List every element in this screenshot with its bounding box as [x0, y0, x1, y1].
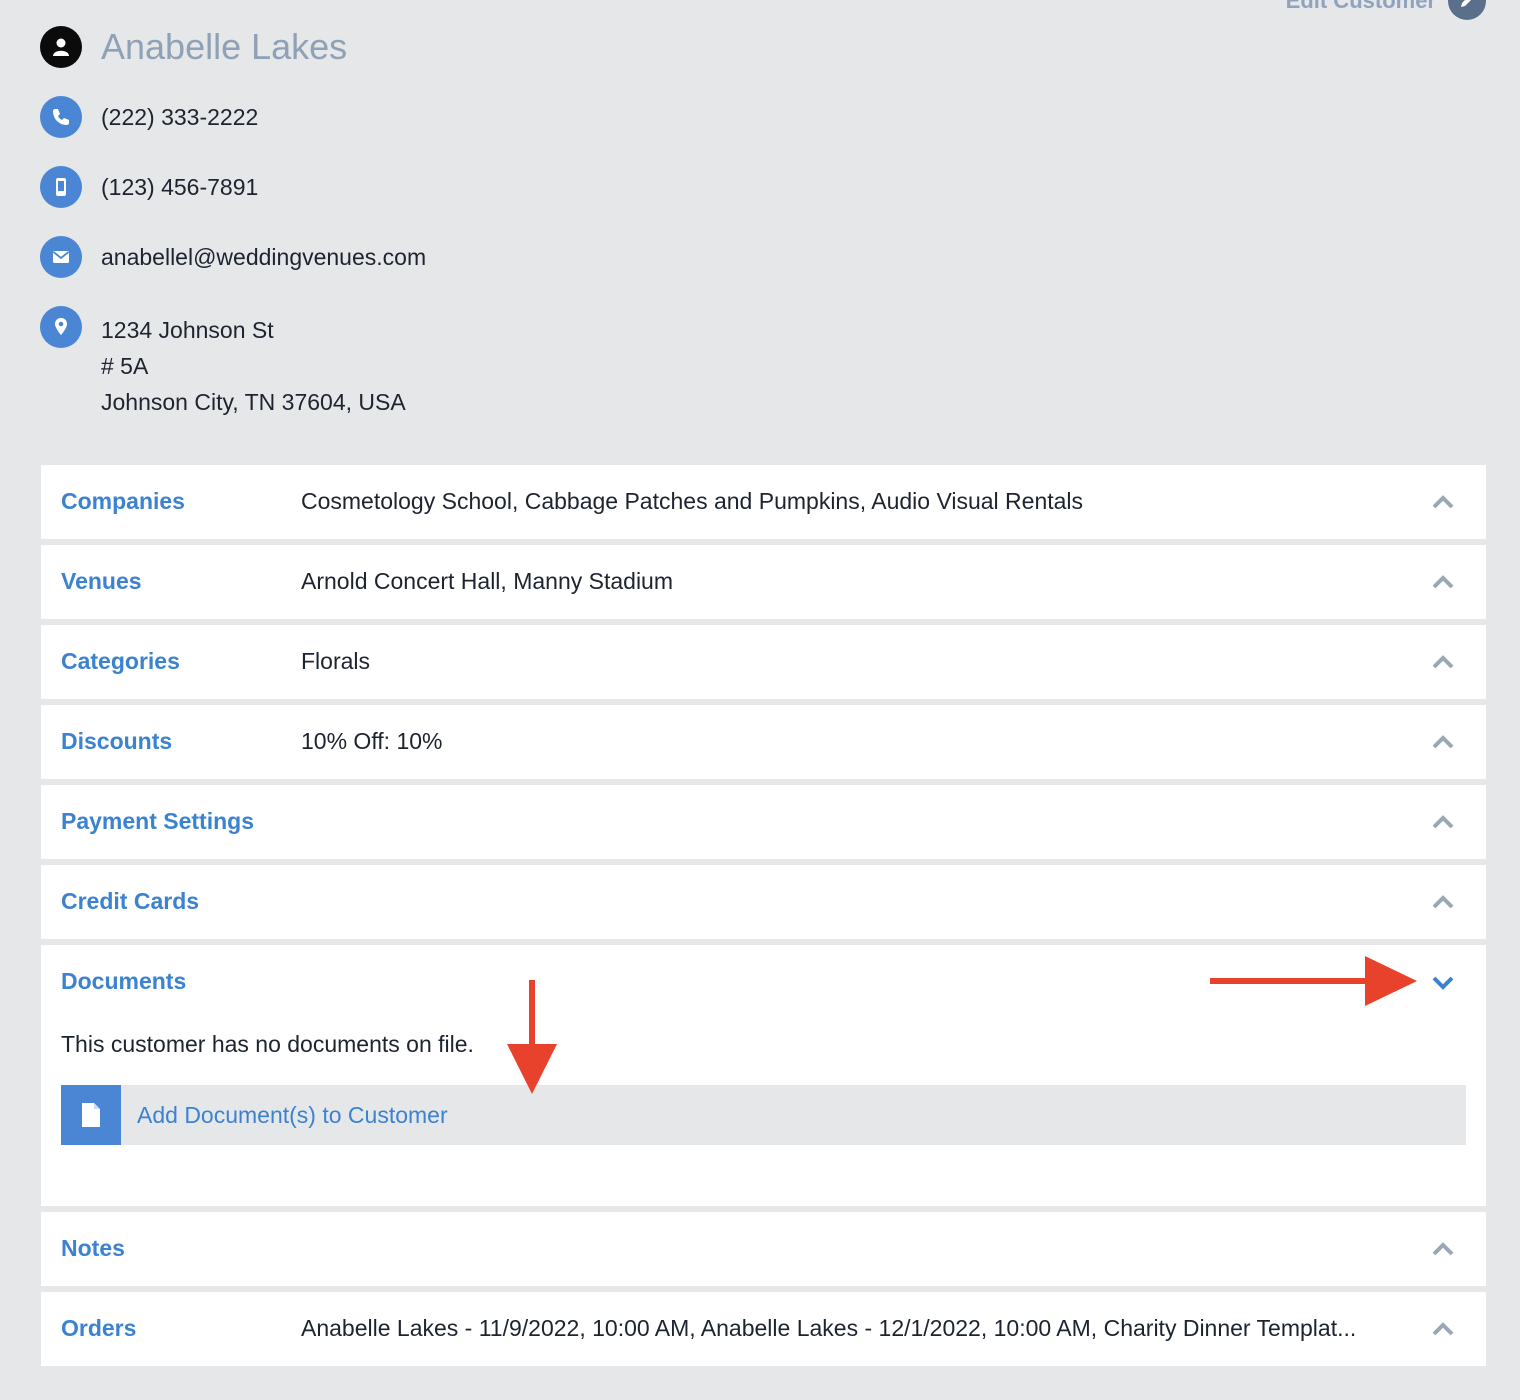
section-title: Venues	[61, 568, 142, 594]
phone-icon	[40, 96, 82, 138]
section-value: Anabelle Lakes - 11/9/2022, 10:00 AM, An…	[301, 1315, 1357, 1341]
section-orders[interactable]: Orders Anabelle Lakes - 11/9/2022, 10:00…	[41, 1292, 1486, 1366]
section-title[interactable]: Documents	[61, 968, 186, 995]
map-pin-icon	[40, 306, 82, 348]
document-icon	[61, 1085, 121, 1145]
section-discounts[interactable]: Discounts 10% Off: 10%	[41, 705, 1486, 779]
chevron-up-icon[interactable]	[1430, 1316, 1456, 1342]
chevron-up-icon[interactable]	[1430, 889, 1456, 915]
address-line-3: Johnson City, TN 37604, USA	[101, 389, 406, 415]
section-venues[interactable]: Venues Arnold Concert Hall, Manny Stadiu…	[41, 545, 1486, 619]
mobile-number: (123) 456-7891	[101, 173, 259, 200]
chevron-up-icon[interactable]	[1430, 569, 1456, 595]
section-payment-settings[interactable]: Payment Settings	[41, 785, 1486, 859]
address-block: 1234 Johnson St # 5A Johnson City, TN 37…	[101, 312, 406, 420]
no-documents-message: This customer has no documents on file.	[61, 1031, 474, 1057]
person-icon	[40, 26, 82, 68]
chevron-up-icon[interactable]	[1430, 729, 1456, 755]
chevron-up-icon[interactable]	[1430, 649, 1456, 675]
annotation-arrow-right	[1210, 956, 1417, 1006]
address-line-1: 1234 Johnson St	[101, 317, 274, 343]
edit-customer-button[interactable]: Edit Customer	[1286, 0, 1486, 20]
section-title: Discounts	[61, 728, 173, 754]
section-categories[interactable]: Categories Florals	[41, 625, 1486, 699]
phone-row: (222) 333-2222	[40, 96, 258, 138]
customer-name: Anabelle Lakes	[101, 26, 348, 67]
envelope-icon	[40, 236, 82, 278]
address-line-2: # 5A	[101, 353, 149, 379]
annotation-arrow-down	[507, 980, 557, 1094]
email-row: anabellel@weddingvenues.com	[40, 236, 426, 278]
chevron-up-icon[interactable]	[1430, 809, 1456, 835]
mobile-row: (123) 456-7891	[40, 166, 258, 208]
section-title: Orders	[61, 1315, 137, 1341]
chevron-up-icon[interactable]	[1430, 1236, 1456, 1262]
add-document-button[interactable]: Add Document(s) to Customer	[61, 1085, 1466, 1145]
edit-customer-label: Edit Customer	[1285, 0, 1436, 13]
section-value: 10% Off: 10%	[301, 728, 443, 754]
section-value: Florals	[301, 648, 371, 674]
email-address[interactable]: anabellel@weddingvenues.com	[101, 244, 426, 271]
section-title: Categories	[61, 648, 180, 674]
section-credit-cards[interactable]: Credit Cards	[41, 865, 1486, 939]
pencil-icon	[1448, 0, 1486, 20]
section-notes[interactable]: Notes	[41, 1212, 1486, 1286]
section-title: Companies	[61, 488, 185, 514]
section-value: Arnold Concert Hall, Manny Stadium	[301, 568, 673, 594]
customer-name-row: Anabelle Lakes	[40, 26, 347, 68]
section-value: Cosmetology School, Cabbage Patches and …	[301, 488, 1084, 514]
add-document-label: Add Document(s) to Customer	[137, 1101, 448, 1128]
section-title: Notes	[61, 1235, 125, 1261]
chevron-down-icon[interactable]	[1430, 969, 1456, 995]
chevron-up-icon[interactable]	[1430, 489, 1456, 515]
section-companies[interactable]: Companies Cosmetology School, Cabbage Pa…	[41, 465, 1486, 539]
mobile-phone-icon	[40, 166, 82, 208]
section-title: Credit Cards	[61, 888, 200, 914]
address-row	[40, 306, 82, 348]
section-title: Payment Settings	[61, 808, 254, 834]
phone-number: (222) 333-2222	[101, 103, 259, 130]
